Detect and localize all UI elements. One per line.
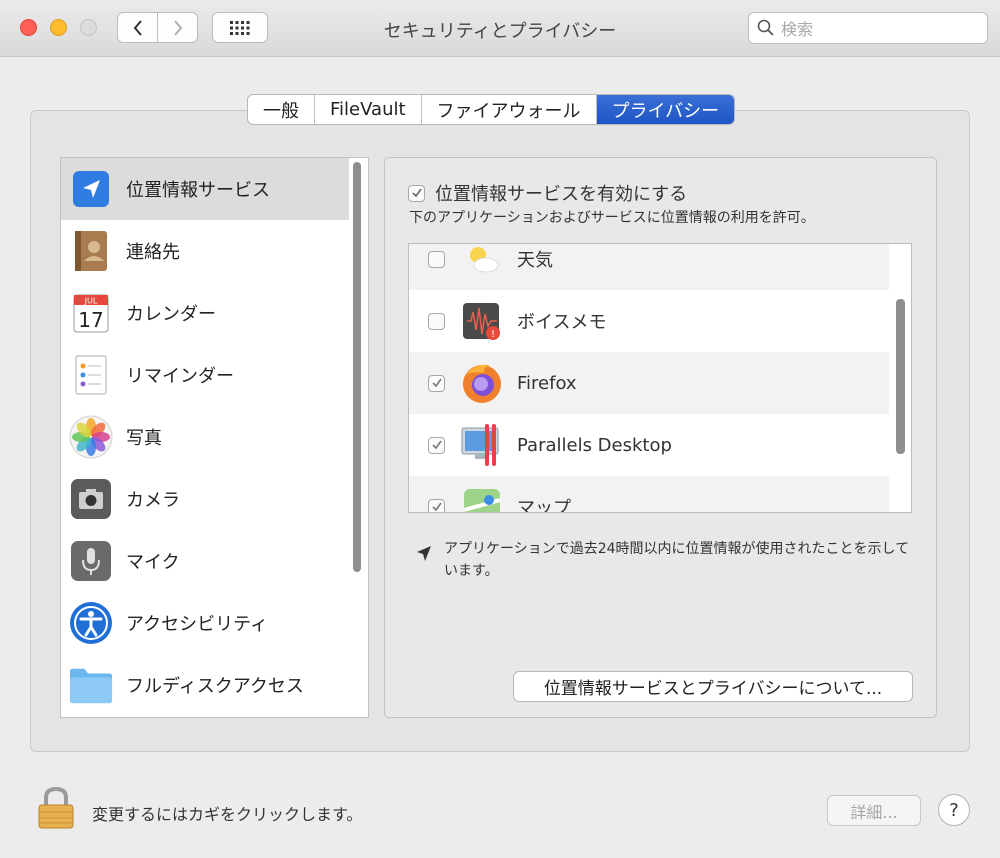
enable-location-services-checkbox[interactable]: 位置情報サービスを有効にする (408, 180, 687, 206)
app-name: マップ (517, 498, 571, 513)
preferences-window: セキュリティとプライバシー 検索 一般 FileVault ファイアウォール プ… (0, 0, 1000, 858)
sidebar-item-calendar[interactable]: JUL 17 カレンダー (61, 282, 349, 344)
sidebar-item-contacts[interactable]: 連絡先 (61, 220, 349, 282)
app-row-firefox[interactable]: Firefox (409, 352, 889, 414)
search-icon (757, 19, 774, 36)
sidebar-item-photos[interactable]: 写真 (61, 406, 349, 468)
location-usage-note: アプリケーションで過去24時間以内に位置情報が使用されたことを示しています。 (416, 538, 916, 582)
app-list-scrollbar[interactable] (896, 299, 905, 454)
search-placeholder: 検索 (781, 20, 814, 39)
sidebar-item-label: リマインダー (126, 366, 234, 387)
sidebar-item-reminders[interactable]: リマインダー (61, 344, 349, 406)
calendar-icon: JUL 17 (69, 291, 113, 335)
about-location-privacy-button[interactable]: 位置情報サービスとプライバシーについて... (513, 671, 913, 702)
app-row-parallels[interactable]: Parallels Desktop (409, 414, 889, 476)
accessibility-icon (69, 601, 113, 645)
tab-general[interactable]: 一般 (248, 95, 315, 124)
help-button[interactable]: ? (938, 794, 970, 826)
back-button[interactable] (117, 12, 158, 43)
camera-icon (69, 477, 113, 521)
checkmark-icon (431, 378, 442, 388)
app-name: Firefox (517, 372, 577, 394)
app-name: ボイスメモ (517, 312, 607, 333)
tab-privacy[interactable]: プライバシー (596, 95, 735, 124)
sidebar-item-label: 写真 (126, 428, 162, 449)
app-location-list[interactable]: 天気 ! ボイスメモ Firefox Parallels Desktop マップ (408, 243, 912, 513)
advanced-button: 詳細... (827, 795, 921, 826)
zoom-button[interactable] (80, 19, 97, 36)
enable-location-services-label: 位置情報サービスを有効にする (435, 184, 688, 205)
location-arrow-icon (417, 546, 431, 561)
location-services-description: 下のアプリケーションおよびサービスに位置情報の利用を許可。 (409, 210, 815, 226)
checkbox[interactable] (408, 184, 425, 202)
sidebar-item-label: マイク (126, 552, 180, 573)
checkmark-icon (431, 440, 442, 450)
location-arrow-icon (69, 167, 113, 211)
tab-filevault[interactable]: FileVault (315, 95, 422, 124)
app-name: 天気 (517, 250, 553, 271)
app-checkbox[interactable] (428, 436, 445, 454)
app-checkbox[interactable] (428, 312, 445, 330)
sidebar-item-label: カメラ (126, 490, 180, 511)
svg-text:!: ! (491, 329, 495, 340)
app-checkbox[interactable] (428, 250, 445, 268)
lock-icon (38, 786, 74, 829)
close-button[interactable] (20, 19, 37, 36)
voice-memos-icon: ! (459, 298, 505, 344)
chevron-right-icon (173, 19, 182, 36)
forward-button[interactable] (157, 12, 198, 43)
lock-button[interactable] (36, 786, 76, 834)
svg-text:17: 17 (78, 308, 103, 332)
grid-icon (230, 20, 250, 35)
photos-flower-icon (69, 415, 113, 459)
app-checkbox[interactable] (428, 498, 445, 512)
sidebar-item-location-services[interactable]: 位置情報サービス (61, 158, 349, 220)
tab-bar: 一般 FileVault ファイアウォール プライバシー (247, 94, 736, 125)
svg-text:JUL: JUL (84, 297, 98, 306)
search-field[interactable]: 検索 (748, 12, 988, 44)
show-all-button[interactable] (212, 12, 268, 43)
tab-firewall[interactable]: ファイアウォール (422, 95, 597, 124)
sidebar-item-label: 位置情報サービス (126, 180, 270, 201)
privacy-service-list[interactable]: 位置情報サービス 連絡先 JUL 17 カレンダー リマインダー 写真 カメラ … (60, 157, 369, 718)
microphone-icon (69, 539, 113, 583)
title-bar: セキュリティとプライバシー 検索 (0, 0, 1000, 57)
lock-instruction-text: 変更するにはカギをクリックします。 (92, 805, 363, 824)
checkmark-icon (411, 188, 422, 198)
window-title: セキュリティとプライバシー (383, 21, 617, 42)
checkmark-icon (431, 502, 442, 512)
sidebar-item-label: カレンダー (126, 304, 216, 325)
sidebar-item-microphone[interactable]: マイク (61, 530, 349, 592)
sidebar-item-label: フルディスクアクセス (126, 676, 304, 697)
app-row-maps[interactable]: マップ (409, 476, 889, 513)
sidebar-item-label: 連絡先 (126, 242, 180, 263)
parallels-icon (459, 422, 505, 468)
sidebar-item-accessibility[interactable]: アクセシビリティ (61, 592, 349, 654)
chevron-left-icon (133, 19, 142, 36)
contacts-book-icon (69, 229, 113, 273)
sidebar-scrollbar[interactable] (353, 162, 361, 572)
app-checkbox[interactable] (428, 374, 445, 392)
folder-icon (69, 663, 113, 707)
weather-icon (459, 244, 505, 282)
sidebar-item-full-disk-access[interactable]: フルディスクアクセス (61, 654, 349, 716)
reminders-list-icon (69, 353, 113, 397)
app-row-voice-memos[interactable]: ! ボイスメモ (409, 290, 889, 352)
sidebar-item-camera[interactable]: カメラ (61, 468, 349, 530)
firefox-icon (459, 360, 505, 406)
location-usage-text: アプリケーションで過去24時間以内に位置情報が使用されたことを示しています。 (444, 541, 910, 579)
app-name: Parallels Desktop (517, 434, 672, 456)
app-row-weather[interactable]: 天気 (409, 244, 889, 290)
maps-icon (459, 484, 505, 512)
minimize-button[interactable] (50, 19, 67, 36)
sidebar-item-label: アクセシビリティ (126, 614, 269, 635)
